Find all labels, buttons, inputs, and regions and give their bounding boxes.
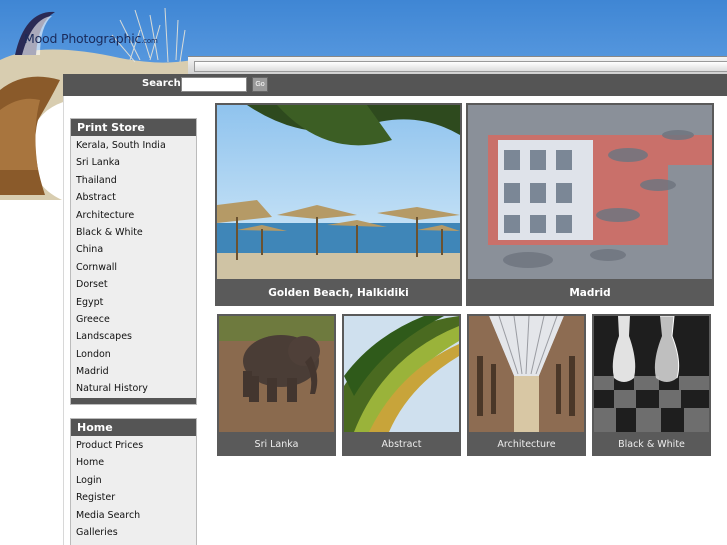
sidebar-item-thailand[interactable]: Thailand xyxy=(71,172,196,189)
madrid-photo[interactable] xyxy=(468,105,712,279)
logo-name: Mood Photographic xyxy=(24,31,142,46)
gallery-caption[interactable]: Sri Lanka xyxy=(217,434,336,456)
sidebar-item-dorset[interactable]: Dorset xyxy=(71,276,196,293)
gallery-tile-black-white[interactable]: Black & White xyxy=(592,314,711,456)
print-store-panel: Print Store Kerala, South India Sri Lank… xyxy=(70,118,197,405)
sidebar-item-product-prices[interactable]: Product Prices xyxy=(71,437,196,454)
gallery-caption[interactable]: Black & White xyxy=(592,434,711,456)
search-input[interactable] xyxy=(181,77,247,92)
sidebar-item-greece[interactable]: Greece xyxy=(71,311,196,328)
sidebar-item-abstract[interactable]: Abstract xyxy=(71,189,196,206)
sidebar-item-galleries[interactable]: Galleries xyxy=(71,524,196,541)
architecture-photo[interactable] xyxy=(469,316,584,432)
sidebar-item-natural-history[interactable]: Natural History xyxy=(71,380,196,397)
featured-caption[interactable]: Madrid xyxy=(466,281,714,306)
sidebar-item-login[interactable]: Login xyxy=(71,472,196,489)
sidebar-item-cornwall[interactable]: Cornwall xyxy=(71,259,196,276)
sidebar-item-media-search[interactable]: Media Search xyxy=(71,507,196,524)
golden-beach-photo[interactable] xyxy=(217,105,460,279)
abstract-photo[interactable] xyxy=(344,316,459,432)
gallery-tile-sri-lanka[interactable]: Sri Lanka xyxy=(217,314,336,456)
gallery-caption[interactable]: Architecture xyxy=(467,434,586,456)
gallery-tile-abstract[interactable]: Abstract xyxy=(342,314,461,456)
logo-wordmark[interactable]: Mood Photographic.com xyxy=(24,31,158,46)
print-store-title: Print Store xyxy=(71,119,196,136)
home-menu-title: Home xyxy=(71,419,196,436)
gallery-tile-architecture[interactable]: Architecture xyxy=(467,314,586,456)
go-button[interactable]: Go xyxy=(252,77,268,92)
logo-domain: .com xyxy=(141,37,158,45)
print-store-footer xyxy=(71,398,196,404)
sidebar-item-china[interactable]: China xyxy=(71,241,196,258)
home-menu-panel: Home Product Prices Home Login Register … xyxy=(70,418,197,545)
sidebar-item-home[interactable]: Home xyxy=(71,454,196,471)
header-decor-bar xyxy=(188,56,727,75)
sidebar-item-madrid[interactable]: Madrid xyxy=(71,363,196,380)
gallery-caption[interactable]: Abstract xyxy=(342,434,461,456)
featured-caption[interactable]: Golden Beach, Halkidiki xyxy=(215,281,462,306)
featured-tile-madrid[interactable]: Madrid xyxy=(466,103,714,306)
black-white-photo[interactable] xyxy=(594,316,709,432)
sidebar-item-architecture[interactable]: Architecture xyxy=(71,207,196,224)
sri-lanka-photo[interactable] xyxy=(219,316,334,432)
sidebar-item-sri-lanka[interactable]: Sri Lanka xyxy=(71,154,196,171)
sidebar-item-london[interactable]: London xyxy=(71,346,196,363)
featured-tile-golden-beach[interactable]: Golden Beach, Halkidiki xyxy=(215,103,462,306)
sidebar-item-black-white[interactable]: Black & White xyxy=(71,224,196,241)
sidebar-item-register[interactable]: Register xyxy=(71,489,196,506)
sidebar-item-egypt[interactable]: Egypt xyxy=(71,294,196,311)
sidebar-item-kerala[interactable]: Kerala, South India xyxy=(71,137,196,154)
search-label: Search: xyxy=(142,78,185,89)
sidebar-item-landscapes[interactable]: Landscapes xyxy=(71,328,196,345)
